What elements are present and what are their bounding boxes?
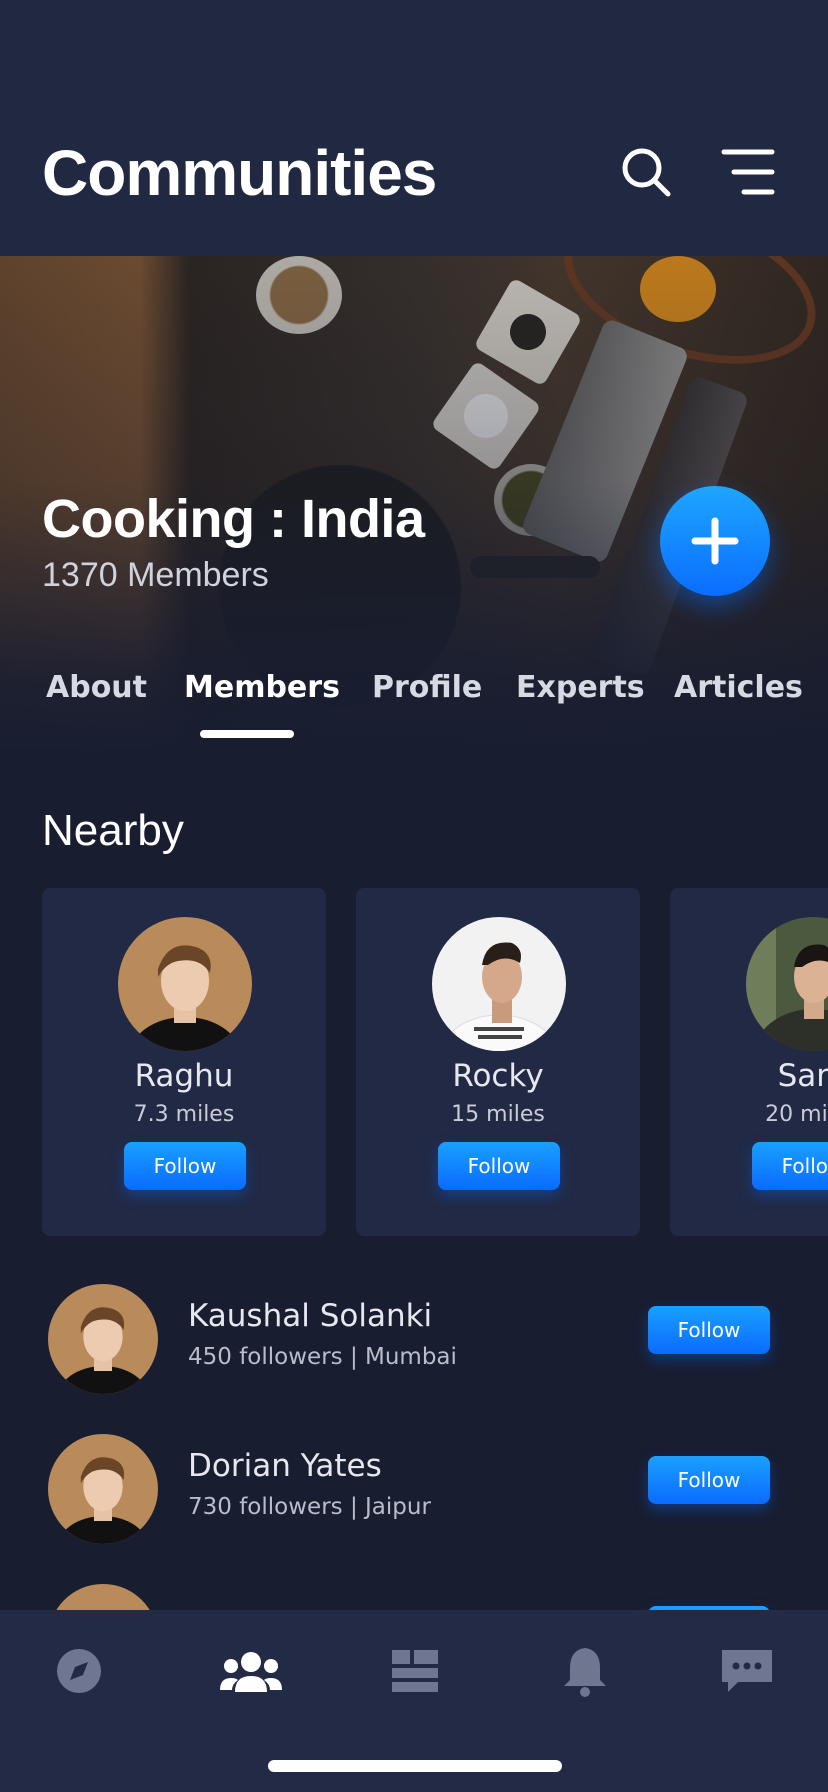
community-tabs: About Members Profile Experts Articles [0, 670, 828, 740]
member-distance: 20 miles [765, 1102, 828, 1127]
join-community-button[interactable] [660, 486, 770, 596]
menu-icon[interactable] [720, 144, 776, 200]
follow-button[interactable]: Follow [648, 1306, 770, 1354]
list-item[interactable]: Dorian Yates 730 followers | Jaipur Foll… [0, 1434, 828, 1554]
active-tab-indicator [200, 730, 294, 738]
community-member-count: 1370 Members [42, 556, 269, 594]
plus-icon [691, 517, 739, 565]
avatar [48, 1284, 158, 1394]
app-screen: Communities Cooking : India 1370 Members [0, 0, 828, 1792]
follow-button[interactable]: Follow [648, 1456, 770, 1504]
tab-profile[interactable]: Profile [372, 670, 482, 705]
follow-button[interactable]: Follow [124, 1142, 246, 1190]
search-icon[interactable] [618, 144, 674, 200]
member-name: Kaushal Solanki [188, 1298, 433, 1334]
avatar [118, 917, 252, 1051]
compass-icon[interactable] [48, 1640, 110, 1702]
bell-icon[interactable] [554, 1640, 616, 1702]
member-name: Dorian Yates [188, 1448, 382, 1484]
nearby-title: Nearby [42, 806, 184, 855]
nearby-card[interactable]: Rocky 15 miles Follow [356, 888, 640, 1236]
follow-button[interactable]: Follow [752, 1142, 828, 1190]
avatar [746, 917, 828, 1051]
member-meta: 450 followers | Mumbai [188, 1344, 457, 1370]
tab-about[interactable]: About [46, 670, 147, 705]
avatar [432, 917, 566, 1051]
home-indicator[interactable] [268, 1760, 562, 1772]
list-item[interactable]: Kaushal Solanki 450 followers | Mumbai F… [0, 1284, 828, 1404]
nearby-card[interactable]: Sam 20 miles Follow [670, 888, 828, 1236]
chat-icon[interactable] [716, 1640, 778, 1702]
member-name: Raghu [134, 1058, 234, 1094]
community-icon[interactable] [218, 1640, 284, 1702]
feed-icon[interactable] [384, 1640, 446, 1702]
app-header: Communities [0, 0, 828, 256]
member-distance: 15 miles [451, 1102, 545, 1127]
community-title: Cooking : India [42, 489, 425, 549]
tab-members[interactable]: Members [184, 670, 340, 705]
nearby-card[interactable]: Raghu 7.3 miles Follow [42, 888, 326, 1236]
tab-experts[interactable]: Experts [516, 670, 645, 705]
follow-button[interactable]: Follow [438, 1142, 560, 1190]
member-meta: 730 followers | Jaipur [188, 1494, 431, 1520]
tab-articles[interactable]: Articles [674, 670, 803, 705]
member-distance: 7.3 miles [133, 1102, 235, 1127]
member-name: Sam [777, 1058, 828, 1094]
page-title: Communities [42, 137, 437, 209]
member-name: Rocky [452, 1058, 544, 1094]
avatar [48, 1434, 158, 1544]
